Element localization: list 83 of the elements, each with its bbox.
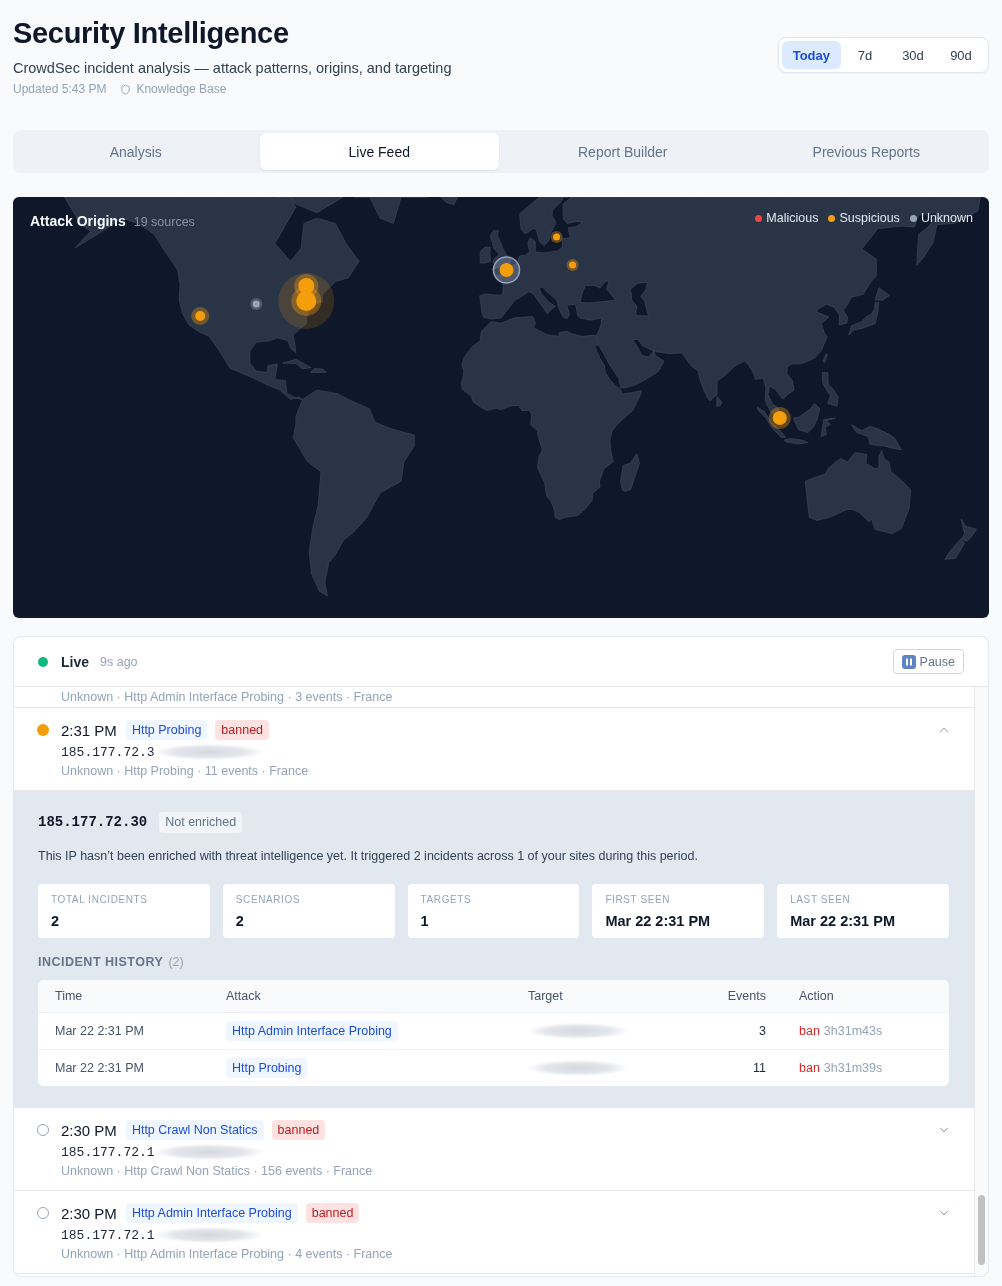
last-update-age: 9s ago bbox=[100, 654, 138, 669]
stat-label: LAST SEEN bbox=[790, 893, 851, 907]
island-drawing bbox=[282, 358, 312, 370]
event-meta: Unknown · Http Admin Interface Probing · 4 events · France bbox=[61, 1246, 393, 1263]
enrichment-badge: Not enriched bbox=[159, 811, 243, 833]
stat-label: FIRST SEEN bbox=[605, 893, 671, 907]
description-text: This IP hasn’t been enriched with threat intelligence yet. It triggered 2 incidents across 1 of your sites during this period. bbox=[38, 848, 699, 865]
map-marker[interactable] bbox=[499, 263, 514, 277]
stat-value: 2 bbox=[51, 912, 60, 931]
ip-address: 185.177.72.30 bbox=[38, 814, 148, 830]
column-header: Target bbox=[528, 989, 563, 1003]
events-count: 3 bbox=[759, 1024, 766, 1038]
map-marker[interactable] bbox=[250, 298, 263, 310]
stat-label: TARGETS bbox=[420, 893, 472, 907]
stat-value: 2 bbox=[235, 912, 244, 931]
ip-address: 185.177.72.3 bbox=[61, 744, 155, 760]
stat-value: 1 bbox=[420, 912, 429, 931]
source-count: 19 sources bbox=[133, 214, 195, 231]
event-time: 2:31 PM bbox=[61, 721, 117, 739]
column-header: Events bbox=[727, 989, 766, 1003]
event-time: 2:30 PM bbox=[61, 1121, 117, 1139]
column-header: Action bbox=[799, 989, 834, 1003]
map-marker[interactable] bbox=[191, 307, 210, 325]
ip-address: 185.177.72.1 bbox=[61, 1227, 155, 1243]
range-option[interactable]: 30d bbox=[889, 41, 937, 69]
page-title: Security Intelligence bbox=[13, 16, 289, 50]
range-option[interactable]: 7d bbox=[841, 41, 889, 69]
island-drawing bbox=[274, 197, 344, 214]
ip-address: 185.177.72.1 bbox=[61, 1144, 155, 1160]
map-marker[interactable] bbox=[294, 274, 319, 298]
scenario-tag: Http Admin Interface Probing bbox=[125, 1203, 298, 1223]
stat-label: TOTAL INCIDENTS bbox=[51, 893, 148, 907]
island-drawing bbox=[822, 372, 839, 407]
island-drawing bbox=[620, 453, 640, 492]
status-badge: banned bbox=[271, 1120, 326, 1140]
stat-label: SCENARIOS bbox=[235, 893, 301, 907]
map-title: Attack Origins bbox=[30, 212, 126, 230]
legend-label: Unknown bbox=[920, 210, 973, 226]
events-count: 11 bbox=[753, 1061, 766, 1075]
duration-text: 3h31m43s bbox=[823, 1024, 883, 1038]
inland-sea-drawing bbox=[579, 280, 617, 304]
pause-icon bbox=[901, 654, 916, 669]
scenario-tag: Http Probing bbox=[125, 720, 208, 740]
time-text: Mar 22 2:31 PM bbox=[55, 1061, 144, 1075]
map-marker[interactable] bbox=[550, 231, 563, 243]
action-text: ban bbox=[799, 1024, 820, 1038]
stat-value: Mar 22 2:31 PM bbox=[605, 912, 711, 931]
scenario-tag: Http Crawl Non Statics bbox=[125, 1120, 264, 1140]
section-count: (2) bbox=[168, 955, 184, 969]
map-marker[interactable] bbox=[768, 407, 791, 429]
live-label: Live bbox=[61, 653, 89, 670]
event-time: 2:30 PM bbox=[61, 1204, 117, 1222]
action-text: ban bbox=[799, 1061, 820, 1075]
column-header: Time bbox=[55, 989, 83, 1003]
duration-text: 3h31m39s bbox=[823, 1061, 883, 1075]
tab[interactable]: Live Feed bbox=[259, 133, 499, 170]
range-option[interactable]: Today bbox=[781, 41, 841, 69]
scrollbar-thumb[interactable] bbox=[978, 1195, 985, 1265]
shield-icon bbox=[120, 83, 132, 95]
section-heading: INCIDENT HISTORY bbox=[38, 955, 164, 969]
attack-tag[interactable]: Http Probing bbox=[226, 1058, 308, 1078]
stat-value: Mar 22 2:31 PM bbox=[790, 912, 895, 931]
tab[interactable]: Previous Reports bbox=[746, 133, 986, 170]
map-marker[interactable] bbox=[566, 259, 579, 271]
legend-label: Malicious bbox=[766, 210, 819, 226]
attack-tag[interactable]: Http Admin Interface Probing bbox=[226, 1021, 398, 1041]
status-badge: banned bbox=[305, 1203, 360, 1223]
pause-button[interactable]: Pause bbox=[892, 649, 964, 674]
time-text: Mar 22 2:31 PM bbox=[55, 1024, 144, 1038]
status-badge: banned bbox=[215, 720, 270, 740]
range-option[interactable]: 90d bbox=[937, 41, 985, 69]
page-subtitle: CrowdSec incident analysis — attack patterns, origins, and targeting bbox=[13, 59, 452, 77]
legend-label: Suspicious bbox=[839, 210, 900, 226]
tab[interactable]: Report Builder bbox=[503, 133, 743, 170]
event-meta: Unknown · Http Crawl Non Statics · 156 events · France bbox=[61, 1163, 373, 1180]
inland-sea-drawing bbox=[629, 282, 649, 317]
column-header: Attack bbox=[226, 989, 261, 1003]
tab[interactable]: Analysis bbox=[16, 133, 256, 170]
island-drawing bbox=[440, 197, 459, 205]
event-meta: Unknown · Http Admin Interface Probing · 3 events · France bbox=[61, 689, 393, 706]
event-meta: Unknown · Http Probing · 11 events · France bbox=[61, 763, 309, 780]
updated-time: Updated 5:43 PM bbox=[13, 81, 107, 97]
map-marker[interactable] bbox=[278, 273, 335, 329]
